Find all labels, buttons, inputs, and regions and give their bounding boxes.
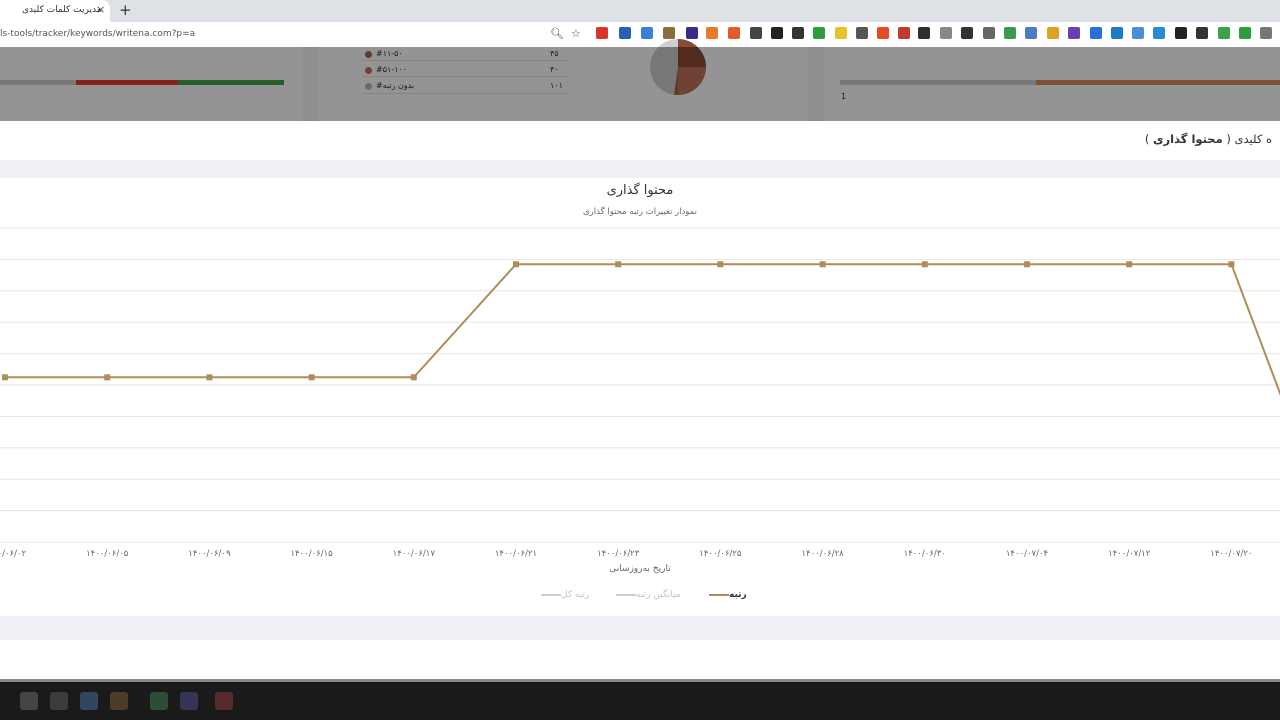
data-point[interactable] — [717, 261, 724, 268]
legend-label: رتبه — [729, 590, 747, 600]
extension-icon[interactable] — [940, 27, 952, 39]
active-tab[interactable]: مدیریت کلمات کلیدی × — [0, 0, 110, 22]
x-tick-label: ۱۴۰۰/۰۶/۲۸ — [801, 549, 844, 559]
legend-label: میانگین رتبه — [636, 590, 681, 600]
taskbar-icon[interactable] — [50, 692, 68, 710]
data-point[interactable] — [921, 261, 928, 268]
extension-icon[interactable] — [1239, 27, 1251, 39]
chart-title: محتوا گذاری — [606, 183, 674, 198]
extension-icon[interactable] — [1260, 27, 1272, 39]
chart-bottom-band — [0, 616, 1280, 640]
extension-icon[interactable] — [813, 27, 825, 39]
extension-icon[interactable] — [1068, 27, 1080, 39]
x-tick-label: ۱۴۰۰/۰۶/۰۵ — [86, 549, 129, 559]
legend-symbol — [541, 593, 561, 596]
legend-symbol — [709, 593, 729, 596]
taskbar — [0, 682, 1280, 720]
modal-overlay — [0, 47, 1280, 121]
legend-item[interactable]: میانگین رتبه — [612, 590, 681, 600]
extension-icon[interactable] — [1004, 27, 1016, 39]
taskbar-icon[interactable] — [20, 692, 38, 710]
zoom-icon[interactable]: 🔍︎ — [550, 27, 564, 40]
data-point[interactable] — [1024, 261, 1030, 268]
chart-subtitle: نمودار تغییرات رتبه محتوا گذاری — [583, 207, 697, 217]
extension-icon[interactable] — [1025, 27, 1037, 39]
bookmark-star-icon[interactable]: ☆ — [571, 27, 581, 40]
taskbar-icon[interactable] — [180, 692, 198, 710]
extension-icon[interactable] — [1153, 27, 1165, 39]
extension-icon[interactable] — [835, 27, 847, 39]
extension-icon[interactable] — [898, 27, 910, 39]
x-tick-label: ۱۴۰۰/۰۷/۱۲ — [1108, 549, 1151, 559]
data-point[interactable] — [819, 261, 826, 268]
url-field[interactable]: ls-tools/tracker/keywords/writena.com?p=… — [0, 29, 195, 39]
data-point[interactable] — [206, 374, 213, 381]
extension-icon[interactable] — [1111, 27, 1123, 39]
legend-label: رتبه کل — [561, 590, 590, 600]
taskbar-icon[interactable] — [110, 692, 128, 710]
x-tick-label: ۱۴۰۰/۰۶/۲۵ — [699, 549, 742, 559]
data-point[interactable] — [2, 374, 8, 381]
data-point[interactable] — [1228, 261, 1235, 268]
data-point[interactable] — [308, 374, 315, 381]
tab-title: مدیریت کلمات کلیدی — [22, 5, 102, 15]
extension-icon[interactable] — [1175, 27, 1187, 39]
extension-icon[interactable] — [1196, 27, 1208, 39]
section-title: ه کلیدی ( محتوا گذاری ) — [1144, 132, 1272, 146]
x-tick-label: ۱۴۰۰/۰۷/۰۴ — [1006, 549, 1048, 559]
chart-top-band — [0, 160, 1280, 178]
extension-icon[interactable] — [918, 27, 930, 39]
x-tick-label: ۱۴۰۰/۰۶/۲۱ — [495, 549, 537, 559]
series-line — [5, 263, 1280, 397]
extension-icon[interactable] — [983, 27, 995, 39]
x-axis-title: تاریخ به‌روزسانی — [609, 564, 671, 574]
legend-item[interactable]: رتبه کل — [537, 590, 589, 600]
x-tick-label: ۱۴۰۰/۰۶/۲۳ — [597, 549, 640, 559]
extension-icon[interactable] — [856, 27, 868, 39]
line-chart: ۱۴۰۰/۰۶/۰۲ ۱۴۰۰/۰۶/۰۵ ۱۴۰۰/۰۶/۰۹ ۱۴۰۰/۰۶/۱۵… — [0, 227, 1280, 559]
extension-icon[interactable] — [728, 27, 740, 39]
extension-icon[interactable] — [1090, 27, 1102, 39]
address-bar-row: ls-tools/tracker/keywords/writena.com?p=… — [0, 22, 1280, 48]
tab-strip: مدیریت کلمات کلیدی × + — [0, 0, 1280, 22]
extension-icon[interactable] — [596, 27, 608, 39]
extension-icon[interactable] — [1218, 27, 1230, 39]
extension-icon[interactable] — [771, 27, 783, 39]
data-point[interactable] — [513, 261, 519, 268]
data-point[interactable] — [615, 261, 622, 268]
extension-icon[interactable] — [619, 27, 631, 39]
extension-icon[interactable] — [877, 27, 889, 39]
data-point[interactable] — [1126, 261, 1133, 268]
extension-icon[interactable] — [1132, 27, 1144, 39]
taskbar-icon[interactable] — [150, 692, 168, 710]
x-tick-label: ۱۴۰۰/۰۶/۰۲ — [0, 549, 27, 559]
taskbar-icon[interactable] — [215, 692, 233, 710]
new-tab-button[interactable]: + — [119, 1, 132, 19]
extension-icon[interactable] — [1047, 27, 1059, 39]
x-tick-label: ۱۴۰۰/۰۷/۲۰ — [1210, 549, 1252, 559]
close-icon[interactable]: × — [96, 3, 105, 16]
x-tick-label: ۱۴۰۰/۰۶/۱۷ — [393, 549, 436, 559]
keyword-name: محتوا گذاری — [1153, 132, 1223, 146]
extension-icon[interactable] — [792, 27, 804, 39]
extension-icon[interactable] — [750, 27, 762, 39]
legend-symbol — [616, 593, 636, 596]
extension-icon[interactable] — [961, 27, 973, 39]
x-tick-label: ۱۴۰۰/۰۶/۰۹ — [188, 549, 231, 559]
x-tick-label: ۱۴۰۰/۰۶/۳۰ — [904, 549, 946, 559]
legend-item[interactable]: رتبه — [705, 590, 747, 600]
x-tick-label: ۱۴۰۰/۰۶/۱۵ — [290, 549, 333, 559]
taskbar-icon[interactable] — [80, 692, 98, 710]
data-point[interactable] — [104, 374, 111, 381]
data-point[interactable] — [410, 374, 417, 381]
